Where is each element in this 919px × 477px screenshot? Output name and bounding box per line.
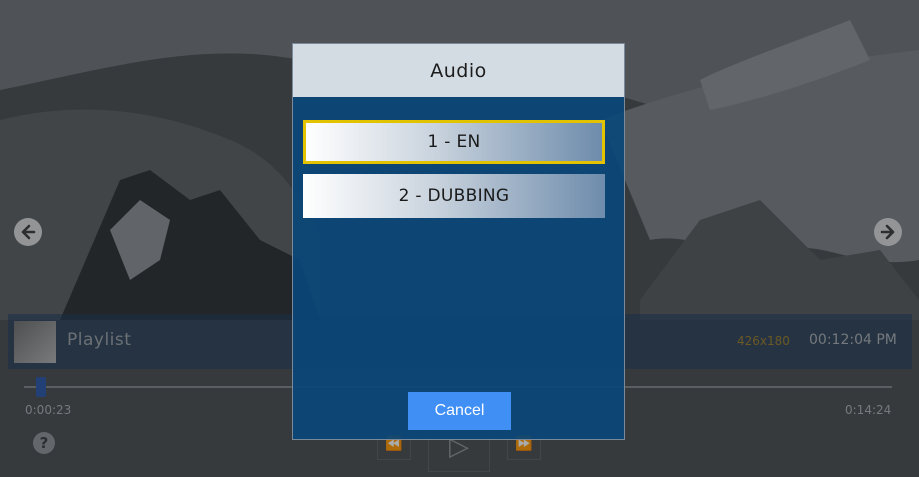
dialog-title: Audio	[293, 44, 624, 97]
audio-option-2[interactable]: 2 - DUBBING	[303, 174, 605, 218]
audio-dialog: Audio 1 - EN 2 - DUBBING Cancel	[292, 43, 625, 440]
audio-option-1[interactable]: 1 - EN	[303, 120, 605, 164]
cancel-button[interactable]: Cancel	[408, 392, 511, 430]
